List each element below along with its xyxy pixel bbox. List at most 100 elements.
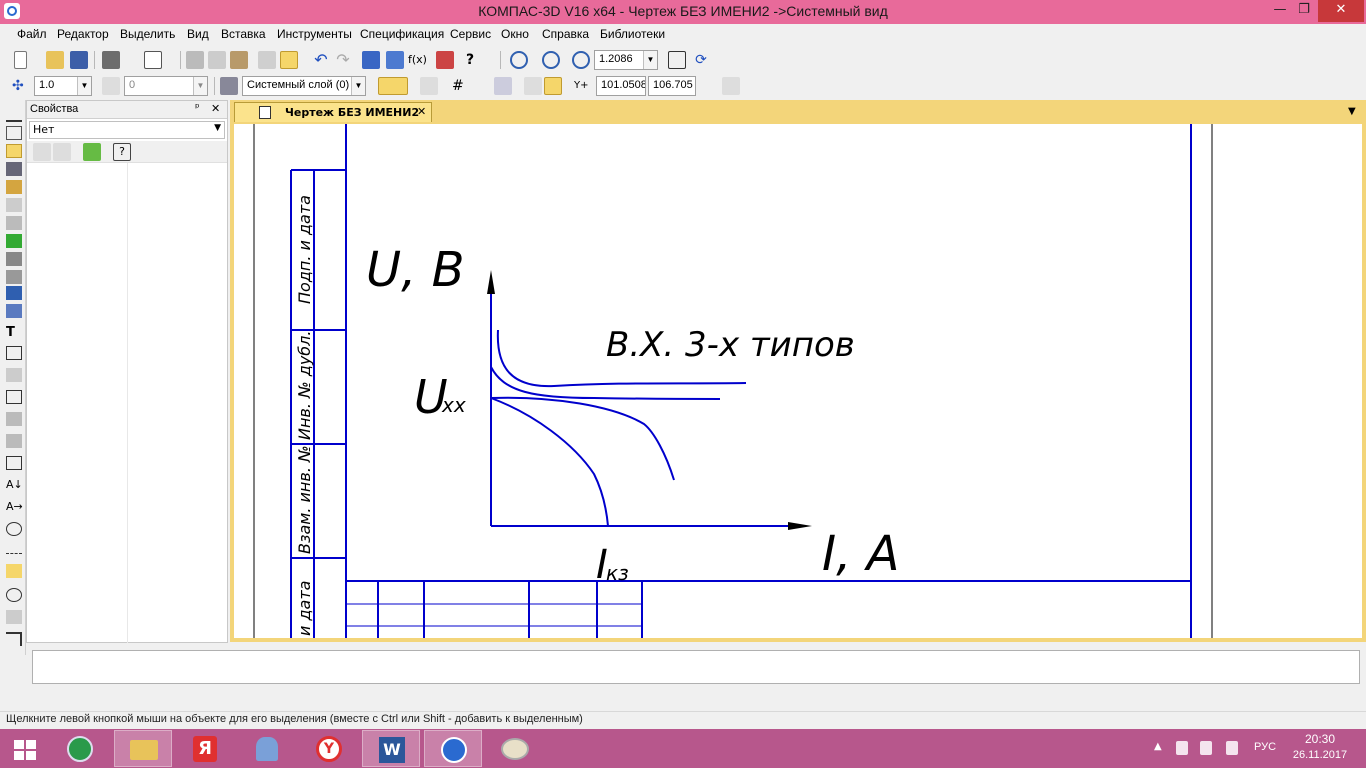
chevron-down-icon[interactable]: ▼: [214, 123, 221, 133]
tab-document[interactable]: Чертеж БЕЗ ИМЕНИ2 ✕: [234, 102, 432, 122]
tabs-dropdown-icon[interactable]: ▼: [1348, 106, 1356, 117]
undo-icon[interactable]: ↶: [312, 51, 330, 69]
tray-device-icon[interactable]: [1176, 741, 1188, 755]
redo-icon[interactable]: ↷: [334, 51, 352, 69]
zoom-combo[interactable]: 1.2086 ▼: [594, 50, 658, 70]
taskbar-yandex-app[interactable]: Я: [176, 730, 234, 767]
print-icon[interactable]: [102, 51, 120, 69]
zoom-window-icon[interactable]: [542, 51, 560, 69]
menu-insert[interactable]: Вставка: [221, 27, 266, 41]
reports-icon[interactable]: [6, 252, 22, 266]
menu-libraries[interactable]: Библиотеки: [600, 27, 665, 41]
text-icon[interactable]: T: [6, 326, 22, 340]
local-cs-icon[interactable]: [494, 77, 512, 95]
variables-icon[interactable]: [436, 51, 454, 69]
coord-x-field[interactable]: 101.0508: [596, 76, 646, 96]
start-button[interactable]: [0, 730, 50, 767]
center-mark-icon[interactable]: [6, 588, 22, 602]
layer-icon[interactable]: [220, 77, 238, 95]
properties-help-icon[interactable]: ?: [113, 143, 131, 161]
menu-specification[interactable]: Спецификация: [360, 27, 444, 41]
spec-icon[interactable]: [6, 234, 22, 248]
close-button[interactable]: ✕: [1318, 0, 1364, 22]
tolerance-icon[interactable]: [6, 434, 22, 448]
insert-icon[interactable]: [6, 270, 22, 284]
designations-icon[interactable]: [6, 144, 22, 158]
measure-icon[interactable]: [6, 198, 22, 212]
layer-combo[interactable]: Системный слой (0) ▼: [242, 76, 366, 96]
tray-language[interactable]: РУС: [1254, 741, 1276, 753]
menu-help[interactable]: Справка: [542, 27, 589, 41]
grid-icon[interactable]: #: [452, 77, 470, 95]
dimensions-icon[interactable]: [6, 126, 22, 140]
chevron-down-icon[interactable]: ▼: [351, 77, 365, 95]
zoom-fit-icon[interactable]: [510, 51, 528, 69]
chevron-down-icon[interactable]: ▼: [643, 51, 657, 69]
save-icon[interactable]: [70, 51, 88, 69]
new-file-icon[interactable]: [14, 51, 27, 69]
snap-magnet-icon[interactable]: [378, 77, 408, 95]
base-icon[interactable]: [6, 390, 22, 404]
taskbar-yandex-browser[interactable]: Y: [300, 730, 358, 767]
selection-combo[interactable]: Нет ▼: [29, 121, 225, 139]
copy-icon[interactable]: [208, 51, 226, 69]
wave-icon[interactable]: [6, 522, 22, 536]
tray-battery-icon[interactable]: [1200, 741, 1212, 755]
pin-icon[interactable]: ᵖ: [195, 101, 200, 114]
geometry-icon[interactable]: [6, 108, 22, 122]
taskbar-explorer[interactable]: [114, 730, 172, 767]
coordinates-icon[interactable]: Y+: [574, 77, 592, 95]
angle-icon[interactable]: [102, 77, 120, 95]
round-icon[interactable]: [544, 77, 562, 95]
step-combo[interactable]: 1.0 ▼: [34, 76, 92, 96]
cut-icon[interactable]: [186, 51, 204, 69]
fragment-icon[interactable]: [6, 286, 22, 300]
command-line[interactable]: [32, 650, 1360, 684]
arrow-text-icon[interactable]: A→: [6, 500, 23, 514]
angle-combo[interactable]: 0 ▼: [124, 76, 208, 96]
paste-icon[interactable]: [230, 51, 248, 69]
step-icon[interactable]: ✣: [12, 77, 30, 95]
menu-window[interactable]: Окно: [501, 27, 529, 41]
chevron-down-icon[interactable]: ▼: [77, 77, 91, 95]
label-icon[interactable]: A↓: [6, 478, 23, 492]
preview-icon[interactable]: [144, 51, 162, 69]
drawing-canvas[interactable]: Подп. и дата Инв. № дубл. Взам. инв. № и…: [234, 124, 1362, 638]
table-icon[interactable]: [6, 346, 22, 360]
lightning-icon[interactable]: [6, 564, 22, 578]
ortho-mode-icon[interactable]: [524, 77, 542, 95]
zoom-all-icon[interactable]: [668, 51, 686, 69]
chevron-down-icon[interactable]: ▼: [193, 77, 207, 95]
refresh-icon[interactable]: ⟳: [692, 51, 710, 69]
parametrization-icon[interactable]: [6, 180, 22, 194]
taskbar-download-app[interactable]: [52, 730, 110, 767]
format-painter-icon[interactable]: [258, 51, 276, 69]
select-icon[interactable]: [6, 216, 22, 230]
eraser-icon[interactable]: [722, 77, 740, 95]
cut-line-icon[interactable]: [6, 632, 22, 646]
menu-select[interactable]: Выделить: [120, 27, 175, 41]
tray-volume-icon[interactable]: [1226, 741, 1238, 755]
taskbar-word[interactable]: W: [362, 730, 420, 767]
break-line-icon[interactable]: [6, 610, 22, 624]
frame-icon[interactable]: [6, 456, 22, 470]
view-icon[interactable]: [6, 304, 22, 318]
open-folder-icon[interactable]: [46, 51, 64, 69]
menu-editor[interactable]: Редактор: [57, 27, 109, 41]
editing-icon[interactable]: [6, 162, 22, 176]
menu-file[interactable]: Файл: [17, 27, 47, 41]
sort-alpha-icon[interactable]: [53, 143, 71, 161]
panel-close-icon[interactable]: ✕: [211, 102, 220, 115]
ortho-icon[interactable]: [420, 77, 438, 95]
zoom-in-icon[interactable]: [572, 51, 590, 69]
help-cursor-icon[interactable]: ?: [466, 51, 484, 69]
sort-icon[interactable]: [33, 143, 51, 161]
coord-y-field[interactable]: 106.705: [648, 76, 696, 96]
tray-date[interactable]: 26.11.2017: [1290, 749, 1350, 761]
library-icon[interactable]: [386, 51, 404, 69]
restore-button[interactable]: ❐: [1290, 0, 1318, 22]
roughness-icon[interactable]: [6, 368, 22, 382]
function-icon[interactable]: f(x): [408, 51, 427, 69]
menu-service[interactable]: Сервис: [450, 27, 491, 41]
manager-icon[interactable]: [362, 51, 380, 69]
